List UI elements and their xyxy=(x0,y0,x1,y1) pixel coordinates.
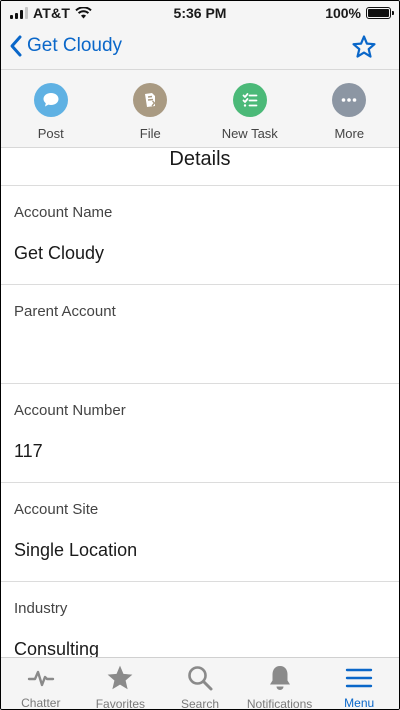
tab-label: Notifications xyxy=(246,697,313,710)
back-title: Get Cloudy xyxy=(27,35,123,56)
account-name-field: Account Name Get Cloudy xyxy=(1,186,399,285)
tab-label: Menu xyxy=(344,696,375,710)
chevron-left-icon xyxy=(10,35,22,57)
field-label: Account Number xyxy=(14,402,126,419)
field-label: Parent Account xyxy=(14,303,116,320)
details-heading: Details xyxy=(1,148,399,186)
tab-label: Favorites xyxy=(95,697,146,710)
search-icon xyxy=(188,666,213,691)
record-header: Get Cloudy xyxy=(1,25,399,70)
field-label: Account Site xyxy=(14,501,99,518)
more-circle xyxy=(332,83,367,117)
back-button[interactable]: Get Cloudy xyxy=(9,34,122,58)
tab-notifications[interactable]: Notifications xyxy=(240,658,320,710)
star-icon xyxy=(352,35,376,58)
tab-chatter[interactable]: Chatter xyxy=(1,658,81,710)
battery-level xyxy=(368,9,389,17)
tab-icon-wrap xyxy=(345,664,373,691)
action-bar: Post File New Task More xyxy=(1,70,399,148)
tab-bar: Chatter Favorites Search Notifications M… xyxy=(1,657,399,710)
tab-icon-wrap xyxy=(106,664,134,692)
status-right: 100% xyxy=(325,5,394,21)
tab-menu[interactable]: Menu xyxy=(319,658,399,710)
new-task-circle xyxy=(232,83,267,117)
chat-bubble-icon xyxy=(43,93,59,107)
hamburger-icon xyxy=(345,668,373,687)
tab-favorites[interactable]: Favorites xyxy=(81,658,161,710)
post-action[interactable]: Post xyxy=(1,70,101,147)
more-action[interactable]: More xyxy=(300,70,400,147)
tab-icon-wrap xyxy=(266,664,294,692)
status-bar: AT&T 5:36 PM 100% xyxy=(1,1,399,25)
new-task-label: New Task xyxy=(221,126,278,141)
tab-icon-wrap xyxy=(186,664,214,692)
field-label: Account Name xyxy=(14,204,113,221)
post-label: Post xyxy=(37,126,64,141)
tab-search[interactable]: Search xyxy=(160,658,240,710)
field-label: Industry xyxy=(14,600,68,617)
file-label: File xyxy=(139,126,161,141)
parent-account-field: Parent Account xyxy=(1,285,399,384)
post-circle xyxy=(33,83,68,117)
star-icon xyxy=(108,665,133,690)
new-task-action[interactable]: New Task xyxy=(200,70,300,147)
field-value: 117 xyxy=(14,441,43,461)
battery-icon xyxy=(366,7,394,19)
tab-icon-wrap xyxy=(27,664,55,691)
more-icon xyxy=(341,98,357,102)
file-circle xyxy=(133,83,168,117)
task-list-icon xyxy=(242,93,258,107)
account-site-field: Account Site Single Location xyxy=(1,483,399,582)
file-icon xyxy=(145,93,156,107)
account-number-field: Account Number 117 xyxy=(1,384,399,483)
more-label: More xyxy=(334,126,365,141)
field-value: Get Cloudy xyxy=(14,243,105,263)
bell-icon xyxy=(269,666,290,690)
file-action[interactable]: File xyxy=(101,70,201,147)
phone-screen: AT&T 5:36 PM 100% Get Cloudy Post File N… xyxy=(0,0,400,710)
favorite-button[interactable] xyxy=(351,34,377,60)
pulse-icon xyxy=(27,670,54,686)
field-value: Single Location xyxy=(14,540,138,560)
battery-percent: 100% xyxy=(325,5,361,21)
tab-label: Chatter xyxy=(21,696,61,710)
tab-label: Search xyxy=(180,697,219,710)
